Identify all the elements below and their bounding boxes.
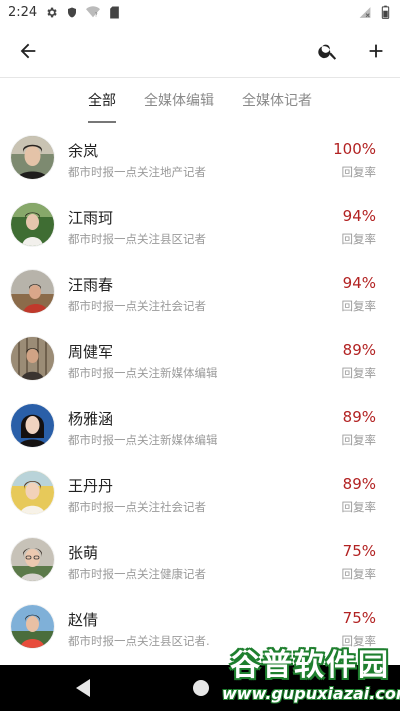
reply-rate-label: 回复率: [341, 433, 377, 447]
settings-icon: [44, 5, 58, 19]
avatar: [11, 203, 54, 246]
tab-media-editor[interactable]: 全媒体编辑: [130, 86, 228, 124]
person-name: 周健军: [68, 343, 114, 361]
reply-rate: 89%: [342, 341, 376, 359]
reply-rate-label: 回复率: [341, 366, 377, 380]
signal-icon: [358, 5, 372, 19]
person-name: 杨雅涵: [68, 410, 114, 428]
person-desc: 都市时报一点关注新媒体编辑: [68, 366, 218, 380]
avatar: [11, 136, 54, 179]
person-desc: 都市时报一点关注县区记者: [68, 232, 206, 246]
add-button[interactable]: [352, 27, 400, 75]
person-name: 江雨珂: [68, 209, 114, 227]
reporter-list: 余岚 都市时报一点关注地产记者 100% 回复率 江雨珂 都市时报一点关注县区记…: [0, 128, 400, 664]
tab-all[interactable]: 全部: [74, 86, 130, 124]
reply-rate: 75%: [342, 542, 376, 560]
sd-card-icon: [107, 5, 121, 19]
person-name: 余岚: [68, 142, 99, 160]
triangle-back-icon: [76, 679, 90, 697]
status-time: 2:24: [8, 4, 38, 20]
reply-rate: 94%: [342, 207, 376, 225]
search-icon: [318, 44, 337, 60]
person-desc: 都市时报一点关注新媒体编辑: [68, 433, 218, 447]
app-bar: [0, 24, 400, 78]
arrow-back-icon: [20, 43, 36, 58]
reply-rate-label: 回复率: [341, 299, 377, 313]
watermark: 谷普软件园 www.gupuxiazai.com: [222, 642, 400, 711]
reply-rate: 100%: [333, 140, 376, 158]
watermark-title: 谷普软件园: [230, 648, 390, 683]
person-name: 张萌: [68, 544, 99, 562]
list-item[interactable]: 余岚 都市时报一点关注地产记者 100% 回复率: [0, 128, 400, 195]
category-tabs: 全部 全媒体编辑 全媒体记者: [0, 86, 400, 124]
reply-rate-label: 回复率: [341, 500, 377, 514]
avatar: [11, 471, 54, 514]
reply-rate: 89%: [342, 475, 376, 493]
battery-icon: [378, 5, 392, 19]
nav-home-button[interactable]: [192, 679, 210, 701]
person-name: 汪雨春: [68, 276, 114, 294]
list-item[interactable]: 江雨珂 都市时报一点关注县区记者 94% 回复率: [0, 195, 400, 262]
person-name: 王丹丹: [68, 477, 114, 495]
avatar: [11, 404, 54, 447]
nav-back-button[interactable]: [74, 678, 92, 702]
reply-rate-label: 回复率: [341, 567, 377, 581]
reply-rate: 75%: [342, 609, 376, 627]
tab-media-reporter[interactable]: 全媒体记者: [228, 86, 326, 124]
person-desc: 都市时报一点关注健康记者: [68, 567, 206, 581]
person-desc: 都市时报一点关注社会记者: [68, 299, 206, 313]
reply-rate-label: 回复率: [341, 165, 377, 179]
avatar: [11, 337, 54, 380]
person-desc: 都市时报一点关注社会记者: [68, 500, 206, 514]
list-item[interactable]: 汪雨春 都市时报一点关注社会记者 94% 回复率: [0, 262, 400, 329]
person-desc: 都市时报一点关注地产记者: [68, 165, 206, 179]
avatar: [11, 605, 54, 648]
watermark-url: www.gupuxiazai.com: [222, 684, 400, 703]
status-bar: 2:24 ?: [0, 0, 400, 24]
list-item[interactable]: 张萌 都市时报一点关注健康记者 75% 回复率: [0, 530, 400, 597]
list-item[interactable]: 杨雅涵 都市时报一点关注新媒体编辑 89% 回复率: [0, 396, 400, 463]
list-item[interactable]: 周健军 都市时报一点关注新媒体编辑 89% 回复率: [0, 329, 400, 396]
reply-rate-label: 回复率: [341, 232, 377, 246]
person-name: 赵倩: [68, 611, 99, 629]
back-button[interactable]: [4, 27, 52, 75]
svg-text:?: ?: [95, 13, 98, 18]
search-button[interactable]: [304, 27, 352, 75]
avatar: [11, 270, 54, 313]
shield-icon: [65, 5, 79, 19]
wifi-question-icon: ?: [86, 5, 101, 19]
person-desc: 都市时报一点关注县区记者.: [68, 634, 210, 648]
reply-rate: 89%: [342, 408, 376, 426]
list-item[interactable]: 王丹丹 都市时报一点关注社会记者 89% 回复率: [0, 463, 400, 530]
plus-icon: [369, 44, 383, 57]
avatar: [11, 538, 54, 581]
reply-rate: 94%: [342, 274, 376, 292]
circle-home-icon: [193, 680, 209, 696]
